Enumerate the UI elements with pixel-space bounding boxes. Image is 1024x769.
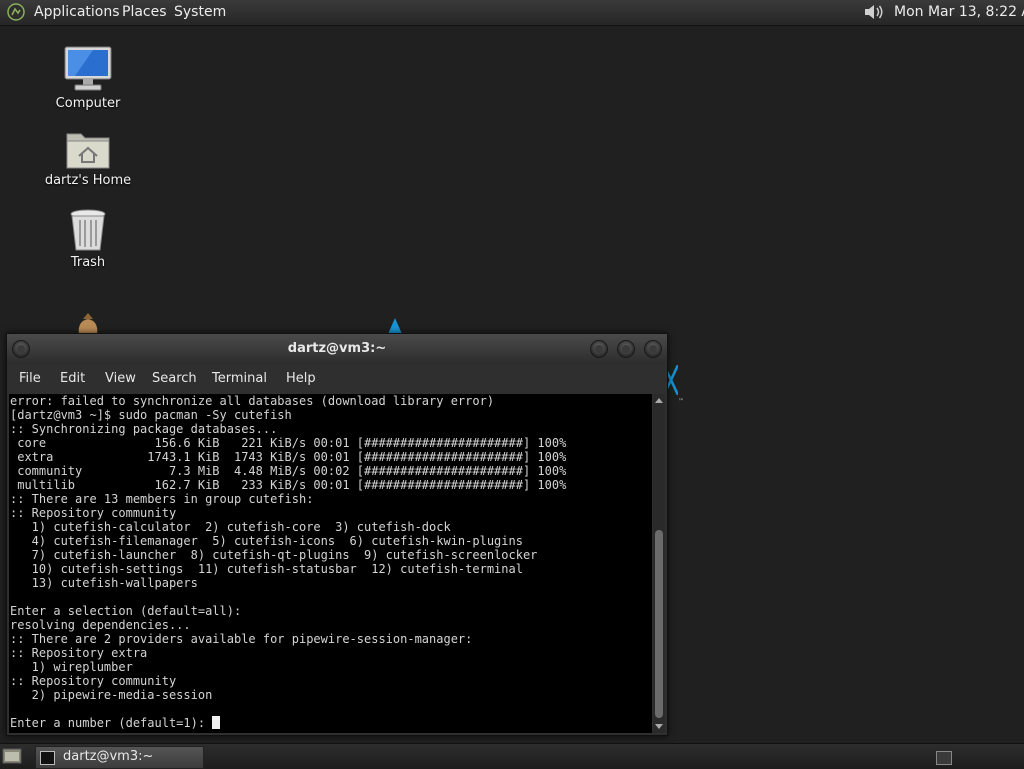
terminal-menubar: File Edit View Search Terminal Help — [7, 364, 667, 392]
desktop-icon-label: dartz's Home — [44, 173, 132, 188]
terminal-line: error: failed to synchronize all databas… — [10, 394, 495, 408]
desktop-icon-label: Trash — [70, 255, 106, 270]
terminal-line: :: There are 2 providers available for p… — [10, 632, 473, 646]
trash-icon — [70, 209, 106, 251]
menu-help[interactable]: Help — [286, 371, 316, 386]
home-folder-icon — [66, 133, 110, 169]
terminal-scrollbar[interactable] — [653, 394, 665, 733]
top-panel: Applications Places System Mon Mar 13, 8… — [0, 0, 1024, 26]
terminal-line: Enter a selection (default=all): — [10, 604, 242, 618]
terminal-line: :: Repository extra — [10, 646, 148, 660]
terminal-output: error: failed to synchronize all databas… — [9, 394, 566, 730]
terminal-line: 1) cutefish-calculator 2) cutefish-core … — [31, 520, 451, 534]
terminal-screen[interactable]: error: failed to synchronize all databas… — [9, 394, 652, 733]
trademark-mark: ™ — [678, 398, 684, 405]
places-menu[interactable]: Places — [122, 4, 167, 20]
terminal-window[interactable]: dartz@vm3:~ File Edit View Search Termin… — [6, 333, 668, 736]
volume-icon[interactable] — [862, 2, 886, 22]
window-title: dartz@vm3:~ — [287, 341, 387, 356]
taskbar-window-button[interactable]: dartz@vm3:~ — [35, 746, 204, 769]
menu-edit[interactable]: Edit — [60, 371, 85, 386]
terminal-line: 13) cutefish-wallpapers — [31, 576, 198, 590]
terminal-line: 7) cutefish-launcher 8) cutefish-qt-plug… — [31, 548, 538, 562]
system-menu[interactable]: System — [174, 4, 226, 20]
terminal-line: community 7.3 MiB 4.48 MiB/s 00:02 [####… — [17, 464, 567, 478]
menu-file[interactable]: File — [19, 371, 41, 386]
terminal-line: :: Repository community — [10, 674, 177, 688]
scrollbar-thumb[interactable] — [655, 530, 663, 718]
window-titlebar[interactable]: dartz@vm3:~ — [7, 334, 667, 364]
workspace-switcher[interactable] — [936, 751, 952, 765]
arch-logo-fragment — [388, 318, 402, 334]
desktop-icon-trash[interactable]: Trash — [33, 208, 143, 270]
show-desktop-icon[interactable] — [2, 747, 22, 765]
desktop-icon-label: Computer — [55, 96, 121, 111]
menu-view[interactable]: View — [105, 371, 136, 386]
scroll-up-arrow-icon[interactable] — [655, 398, 663, 403]
terminal-line: :: Synchronizing package databases... — [10, 422, 278, 436]
terminal-line: :: There are 13 members in group cutefis… — [10, 492, 314, 506]
desktop-icon-home[interactable]: dartz's Home — [33, 128, 143, 188]
taskbar-window-label: dartz@vm3:~ — [63, 749, 154, 764]
terminal-line: 1) wireplumber — [31, 660, 133, 674]
clock[interactable]: Mon Mar 13, 8:22 AM — [894, 4, 1024, 20]
terminal-line: resolving dependencies... — [10, 618, 191, 632]
applications-menu[interactable]: Applications — [34, 4, 120, 20]
terminal-prompt: Enter a number (default=1): — [10, 716, 213, 730]
close-button[interactable] — [644, 340, 662, 358]
terminal-line: :: Repository community — [10, 506, 177, 520]
terminal-line: [dartz@vm3 ~]$ sudo pacman -Sy cutefish — [10, 408, 292, 422]
terminal-cursor — [212, 716, 221, 729]
terminal-line: 10) cutefish-settings 11) cutefish-statu… — [31, 562, 523, 576]
computer-icon — [64, 46, 112, 91]
menu-terminal[interactable]: Terminal — [212, 371, 267, 386]
menu-search[interactable]: Search — [152, 371, 197, 386]
terminal-line: extra 1743.1 KiB 1743 KiB/s 00:01 [#####… — [17, 450, 567, 464]
terminal-line: multilib 162.7 KiB 233 KiB/s 00:01 [####… — [17, 478, 567, 492]
mate-logo-icon[interactable] — [7, 3, 25, 21]
desktop-icon-computer[interactable]: Computer — [33, 45, 143, 111]
bottom-panel: dartz@vm3:~ — [0, 743, 1024, 769]
terminal-line: core 156.6 KiB 221 KiB/s 00:01 [########… — [17, 436, 567, 450]
maximize-button[interactable] — [617, 340, 635, 358]
minimize-button[interactable] — [590, 340, 608, 358]
scroll-down-arrow-icon[interactable] — [655, 724, 663, 729]
terminal-icon — [40, 751, 55, 765]
package-bag-icon[interactable] — [73, 311, 103, 335]
terminal-line: 2) pipewire-media-session — [31, 688, 213, 702]
terminal-line: 4) cutefish-filemanager 5) cutefish-icon… — [31, 534, 523, 548]
